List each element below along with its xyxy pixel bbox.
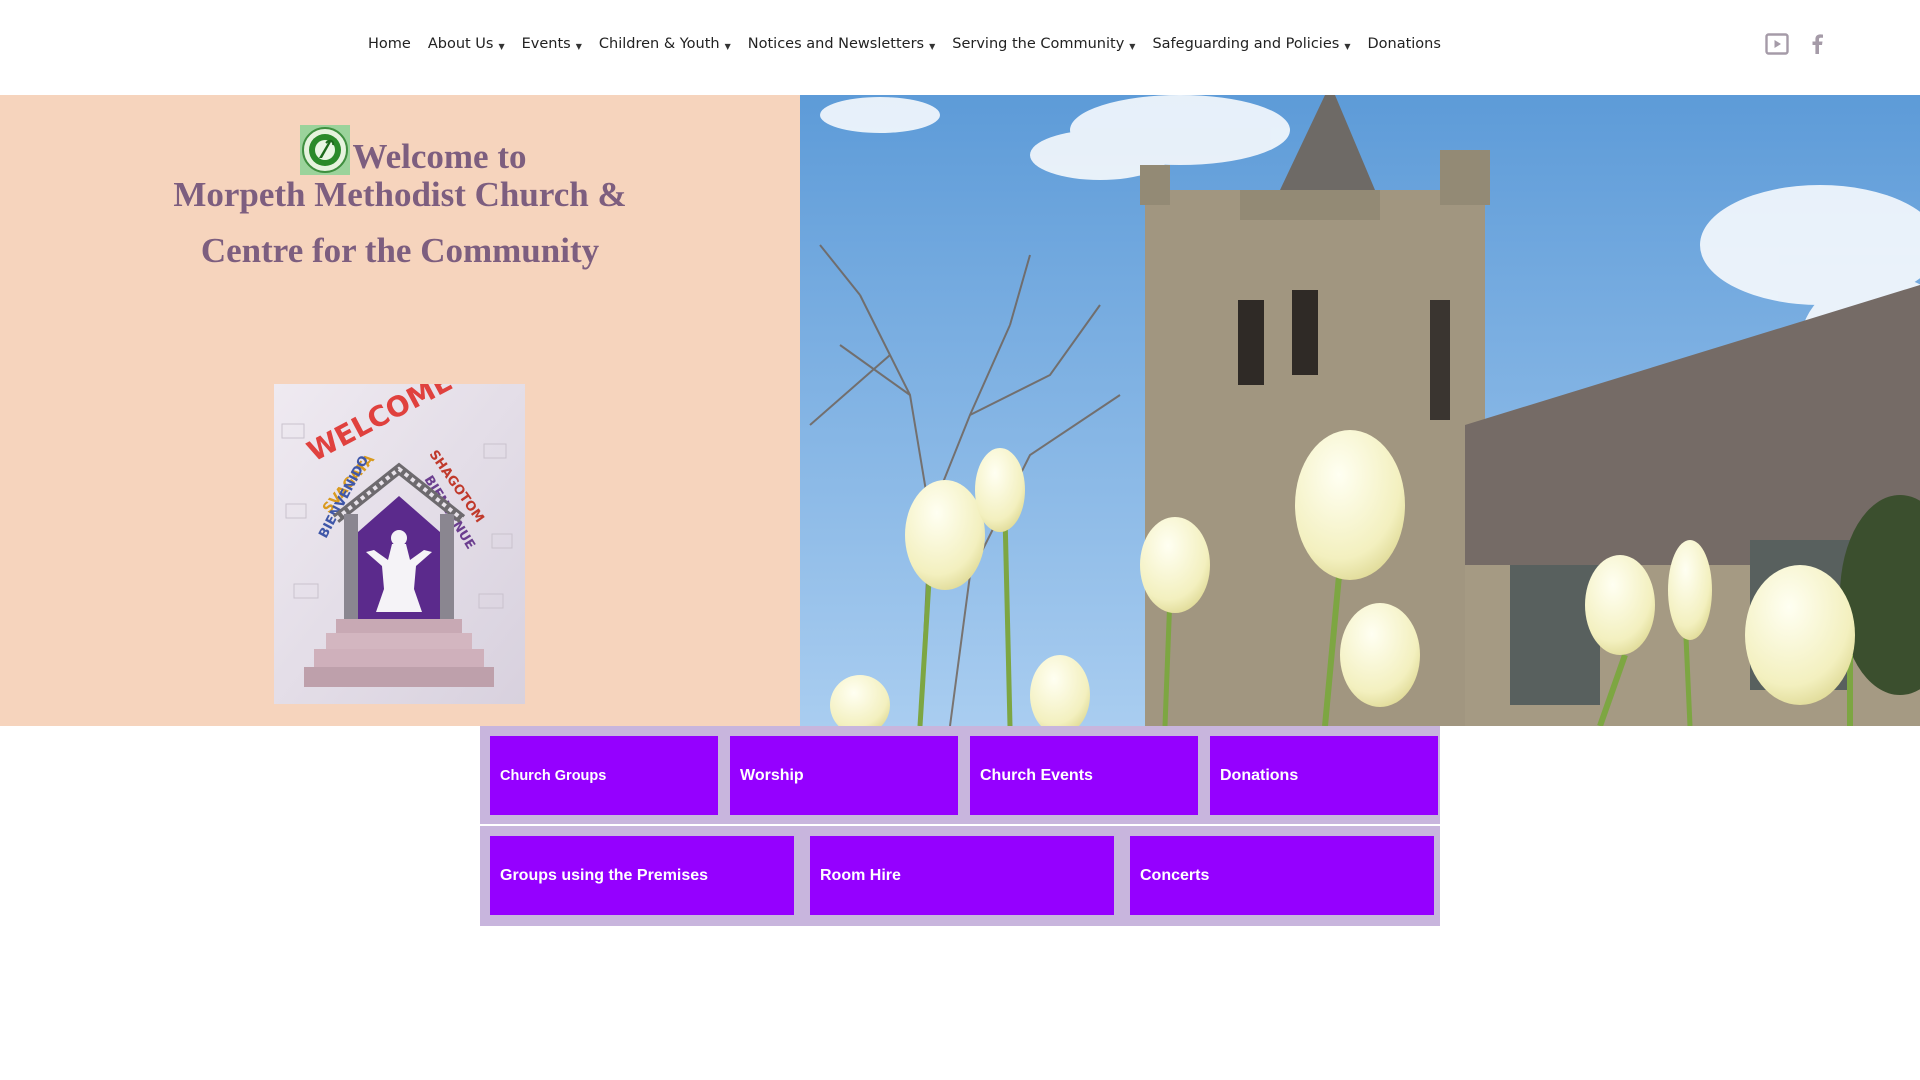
nav-item-label: Home	[368, 36, 411, 52]
tile-concerts[interactable]: Concerts	[1130, 836, 1434, 915]
youtube-icon[interactable]	[1764, 32, 1790, 56]
nav-item-events[interactable]: Events ▼	[522, 36, 582, 52]
nav-item-children-youth[interactable]: Children & Youth ▼	[599, 36, 731, 52]
nav-item-label: Notices and Newsletters	[747, 36, 925, 52]
welcome-banner-image: WELCOME SVAGATA SHAGOTOM BIENVENIDO BIEN…	[274, 384, 525, 704]
quick-links-row-2: Groups using the Premises Room Hire Conc…	[480, 826, 1440, 926]
main-nav: Home About Us ▼ Events ▼ Children & Yout…	[368, 36, 1458, 52]
tile-worship[interactable]: Worship	[730, 736, 958, 815]
church-photo	[800, 95, 1920, 726]
tile-church-events[interactable]: Church Events	[970, 736, 1198, 815]
quick-links-row-1: Church Groups Worship Church Events Dona…	[480, 726, 1440, 824]
facebook-icon[interactable]	[1804, 32, 1830, 56]
dropdown-caret-icon: ▼	[575, 41, 582, 51]
dropdown-caret-icon: ▼	[724, 41, 731, 51]
nav-item-safeguarding-policies[interactable]: Safeguarding and Policies ▼	[1152, 36, 1350, 52]
nav-item-about-us[interactable]: About Us ▼	[428, 36, 505, 52]
welcome-line-3: Centre for the Community	[200, 231, 600, 270]
nav-item-label: About Us	[427, 36, 494, 52]
welcome-line-2: Morpeth Methodist Church &	[173, 175, 627, 214]
nav-item-label: Donations	[1367, 36, 1441, 52]
hero-section: Welcome to Morpeth Methodist Church & Ce…	[0, 95, 1920, 726]
nav-item-label: Children & Youth	[598, 36, 720, 52]
nav-item-serving-community[interactable]: Serving the Community ▼	[952, 36, 1135, 52]
tile-donations[interactable]: Donations	[1210, 736, 1438, 815]
welcome-heading: Welcome to Morpeth Methodist Church & Ce…	[0, 119, 800, 271]
tile-groups-using-premises[interactable]: Groups using the Premises	[490, 836, 794, 915]
nav-item-home[interactable]: Home	[368, 36, 411, 52]
site-header: Home About Us ▼ Events ▼ Children & Yout…	[0, 0, 1920, 95]
tile-church-groups[interactable]: Church Groups	[490, 736, 718, 815]
dropdown-caret-icon: ▼	[929, 41, 936, 51]
nav-item-donations[interactable]: Donations	[1367, 36, 1440, 52]
welcome-line-1: Welcome to	[352, 137, 527, 176]
tile-room-hire[interactable]: Room Hire	[810, 836, 1114, 915]
dropdown-caret-icon: ▼	[1129, 41, 1136, 51]
nav-item-label: Serving the Community	[952, 36, 1125, 52]
nav-item-notices-newsletters[interactable]: Notices and Newsletters ▼	[748, 36, 935, 52]
dropdown-caret-icon: ▼	[1344, 41, 1351, 51]
dropdown-caret-icon: ▼	[498, 41, 505, 51]
church-logo-icon	[299, 125, 350, 175]
welcome-panel: Welcome to Morpeth Methodist Church & Ce…	[0, 95, 800, 726]
nav-item-label: Safeguarding and Policies	[1152, 36, 1340, 52]
nav-item-label: Events	[521, 36, 571, 52]
